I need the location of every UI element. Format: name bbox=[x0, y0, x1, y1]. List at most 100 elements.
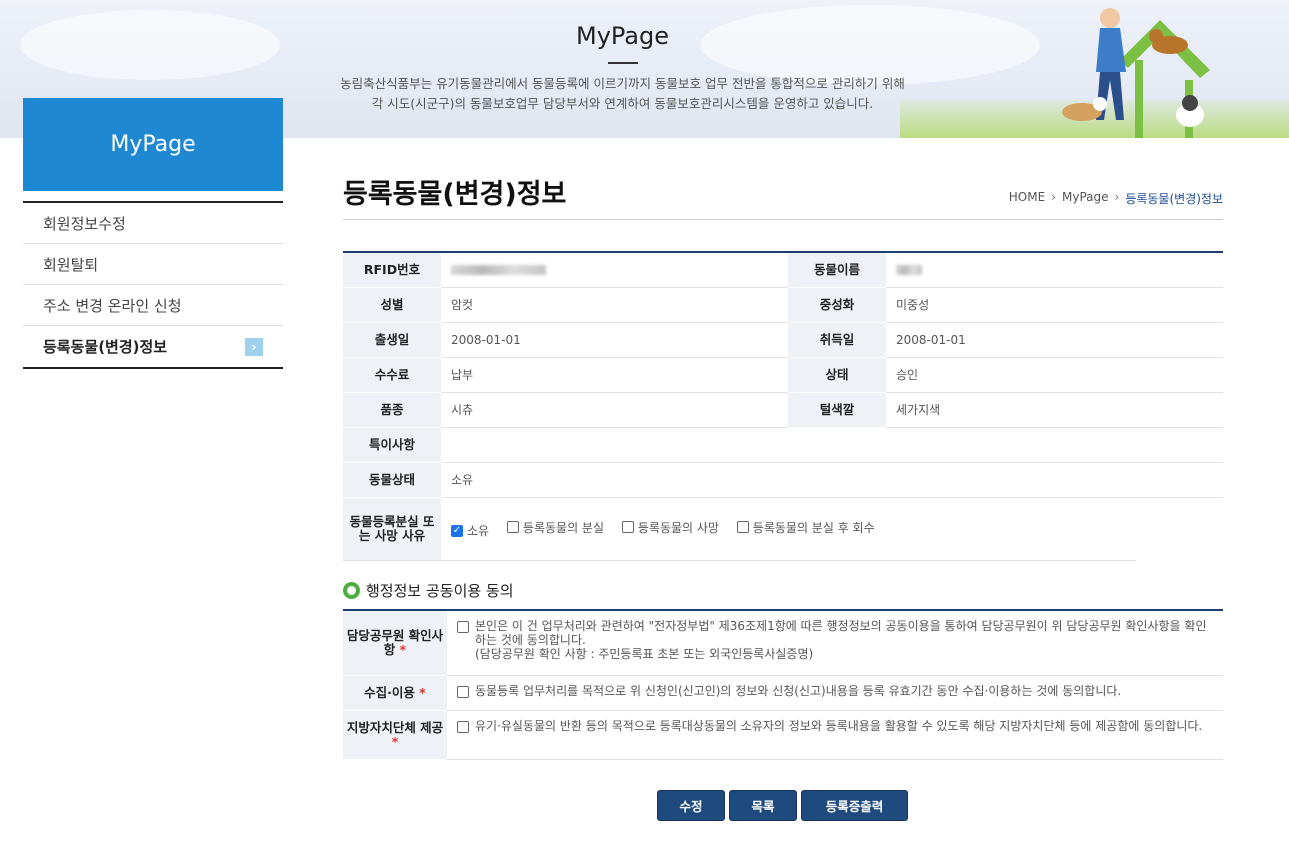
status-label: 상태 bbox=[788, 357, 886, 393]
table-row: 품종 시츄 털색깔 세가지색 bbox=[343, 392, 1223, 428]
table-row: 동물상태 소유 bbox=[343, 462, 1223, 498]
edit-button[interactable]: 수정 bbox=[657, 790, 725, 821]
checkbox-label: 등록동물의 분실 후 회수 bbox=[752, 520, 875, 535]
chevron-right-icon: › bbox=[1114, 190, 1120, 204]
sex-value: 암컷 bbox=[441, 287, 788, 323]
checkbox-icon[interactable] bbox=[457, 621, 469, 633]
breadcrumb: HOME › MyPage › 등록동물(변경)정보 bbox=[1009, 190, 1223, 207]
redacted-value bbox=[451, 265, 546, 276]
required-mark: * bbox=[419, 684, 426, 700]
breadcrumb-current: 등록동물(변경)정보 bbox=[1125, 192, 1223, 206]
birth-label: 출생일 bbox=[343, 322, 441, 358]
checkbox-icon[interactable] bbox=[506, 521, 519, 533]
rfid-value bbox=[441, 252, 788, 288]
required-mark: * bbox=[391, 733, 399, 749]
checkbox-label: 소유 bbox=[467, 524, 490, 538]
divider bbox=[343, 219, 1223, 220]
name-label: 동물이름 bbox=[788, 252, 886, 288]
sidebar-title: MyPage bbox=[23, 98, 283, 191]
banner-title-underline bbox=[608, 62, 638, 64]
color-label: 털색깔 bbox=[788, 392, 886, 428]
breed-label: 품종 bbox=[343, 392, 441, 428]
consent-section-title-text: 행정정보 공동이용 동의 bbox=[366, 582, 514, 600]
checkbox-label: 등록동물의 사망 bbox=[637, 520, 719, 535]
checkbox-checked-icon[interactable]: ✓ bbox=[451, 524, 463, 537]
breed-value: 시츄 bbox=[441, 392, 788, 428]
divider bbox=[343, 560, 1136, 561]
table-row: 특이사항 bbox=[343, 427, 1223, 463]
consent-label-local-gov: 지방자치단체 제공 * bbox=[343, 710, 447, 760]
table-row: 수집·이용 * 동물등록 업무처리를 목적으로 위 신청인(신고인)의 정보와 … bbox=[343, 675, 1223, 711]
animal-status-value: 소유 bbox=[441, 462, 1223, 498]
table-row: 담당공무원 확인사항 * 본인은 이 건 업무처리와 관련하여 "전자정부법" … bbox=[343, 610, 1223, 676]
consent-text: 본인은 이 건 업무처리와 관련하여 "전자정부법" 제36조제1항에 따른 행… bbox=[475, 619, 1207, 647]
consent-label-officer: 담당공무원 확인사항 * bbox=[343, 610, 447, 676]
fee-value: 납부 bbox=[441, 357, 788, 393]
chevron-right-icon: › bbox=[1051, 190, 1056, 204]
page-title: 등록동물(변경)정보 bbox=[343, 179, 567, 210]
status-value: 승인 bbox=[886, 357, 1223, 393]
print-certificate-button[interactable]: 등록증출력 bbox=[801, 790, 908, 821]
consent-cell-collect: 동물등록 업무처리를 목적으로 위 신청인(신고인)의 정보와 신청(신고)내용… bbox=[447, 675, 1223, 711]
sidebar-item-address-change[interactable]: 주소 변경 온라인 신청 bbox=[23, 285, 283, 326]
loss-option-recovered[interactable]: 등록동물의 분실 후 회수 bbox=[736, 519, 875, 536]
sidebar-item-label: 회원탈퇴 bbox=[43, 255, 99, 274]
sidebar-item-member-edit[interactable]: 회원정보수정 bbox=[23, 203, 283, 244]
checkbox-icon[interactable] bbox=[457, 720, 469, 733]
acquire-value: 2008-01-01 bbox=[886, 322, 1223, 358]
fee-label: 수수료 bbox=[343, 357, 441, 393]
sex-label: 성별 bbox=[343, 287, 441, 323]
consent-section-title: 행정정보 공동이용 동의 bbox=[343, 580, 514, 601]
rfid-label: RFID번호 bbox=[343, 252, 441, 288]
sidebar-item-label: 주소 변경 온라인 신청 bbox=[43, 296, 182, 315]
person-with-dogs-illustration bbox=[1062, 8, 1210, 138]
table-row: 동물등록분실 또는 사망 사유 ✓ 소유 등록동물의 분실 등록동물의 사망 등… bbox=[343, 497, 1223, 561]
consent-label-text: 지방자치단체 제공 bbox=[346, 719, 444, 735]
animal-status-label: 동물상태 bbox=[343, 462, 441, 498]
consent-label-text: 담당공무원 확인사항 bbox=[346, 627, 444, 657]
consent-subtext: (담당공무원 확인 사항 : 주민등록표 초본 또는 외국인등록사실증명) bbox=[475, 647, 814, 661]
note-value bbox=[441, 427, 1223, 463]
table-row: 성별 암컷 중성화 미중성 bbox=[343, 287, 1223, 323]
breadcrumb-home[interactable]: HOME bbox=[1009, 190, 1045, 207]
consent-table: 담당공무원 확인사항 * 본인은 이 건 업무처리와 관련하여 "전자정부법" … bbox=[343, 609, 1223, 760]
consent-text: 유기·유실동물의 반환 등의 목적으로 등록대상동물의 소유자의 정보와 등록내… bbox=[475, 718, 1203, 733]
consent-label-collect: 수집·이용 * bbox=[343, 675, 447, 711]
breadcrumb-mypage[interactable]: MyPage bbox=[1062, 190, 1109, 207]
acquire-label: 취득일 bbox=[788, 322, 886, 358]
banner-description: 농림축산식품부는 유기동물관리에서 동물등록에 이르기까지 동물보호 업무 전반… bbox=[300, 74, 945, 114]
checkbox-icon[interactable] bbox=[736, 521, 749, 533]
chevron-right-icon: › bbox=[245, 338, 263, 356]
name-value bbox=[886, 252, 1223, 288]
checkbox-icon[interactable] bbox=[457, 685, 469, 698]
table-row: 출생일 2008-01-01 취득일 2008-01-01 bbox=[343, 322, 1223, 358]
action-buttons: 수정 목록 등록증출력 bbox=[657, 790, 908, 821]
banner-desc-line: 농림축산식품부는 유기동물관리에서 동물등록에 이르기까지 동물보호 업무 전반… bbox=[340, 76, 905, 91]
redacted-value bbox=[896, 265, 922, 276]
neuter-label: 중성화 bbox=[788, 287, 886, 323]
sidebar-menu: 회원정보수정 회원탈퇴 주소 변경 온라인 신청 등록동물(변경)정보 › bbox=[23, 201, 283, 369]
sidebar-item-label: 등록동물(변경)정보 bbox=[43, 338, 168, 356]
consent-cell-officer: 본인은 이 건 업무처리와 관련하여 "전자정부법" 제36조제1항에 따른 행… bbox=[447, 610, 1223, 676]
sidebar-item-label: 회원정보수정 bbox=[43, 214, 126, 233]
loss-option-owned[interactable]: ✓ 소유 bbox=[451, 522, 489, 539]
list-button[interactable]: 목록 bbox=[729, 790, 797, 821]
consent-label-text: 수집·이용 bbox=[364, 684, 415, 700]
loss-option-dead[interactable]: 등록동물의 사망 bbox=[621, 519, 719, 536]
loss-option-lost[interactable]: 등록동물의 분실 bbox=[506, 519, 605, 536]
consent-text: 동물등록 업무처리를 목적으로 위 신청인(신고인)의 정보와 신청(신고)내용… bbox=[475, 683, 1122, 698]
bullet-circle-icon bbox=[343, 582, 360, 599]
sidebar-item-registered-animal[interactable]: 등록동물(변경)정보 › bbox=[23, 326, 283, 367]
checkbox-label: 등록동물의 분실 bbox=[522, 520, 605, 535]
sidebar-item-withdraw[interactable]: 회원탈퇴 bbox=[23, 244, 283, 285]
checkbox-icon[interactable] bbox=[621, 521, 634, 533]
table-row: 수수료 납부 상태 승인 bbox=[343, 357, 1223, 393]
birth-value: 2008-01-01 bbox=[441, 322, 788, 358]
loss-reason-options: ✓ 소유 등록동물의 분실 등록동물의 사망 등록동물의 분실 후 회수 bbox=[441, 497, 1223, 560]
table-row: 지방자치단체 제공 * 유기·유실동물의 반환 등의 목적으로 등록대상동물의 … bbox=[343, 710, 1223, 760]
color-value: 세가지색 bbox=[886, 392, 1223, 428]
neuter-value: 미중성 bbox=[886, 287, 1223, 323]
loss-reason-label: 동물등록분실 또는 사망 사유 bbox=[343, 497, 441, 561]
table-row: RFID번호 동물이름 bbox=[343, 252, 1223, 288]
animal-info-table: RFID번호 동물이름 성별 암컷 중성화 미중성 출생일 2008-01-01… bbox=[343, 251, 1223, 561]
